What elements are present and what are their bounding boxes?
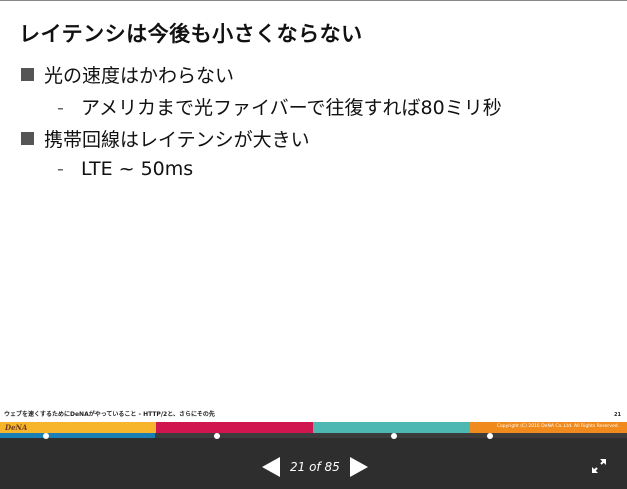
dena-logo: DeNA bbox=[5, 423, 28, 432]
progress-fill bbox=[0, 433, 155, 438]
page-indicator: 21 of 85 bbox=[290, 460, 340, 474]
bullet-text: 光の速度はかわらない bbox=[44, 65, 235, 87]
right-triangle-icon[interactable] bbox=[349, 457, 368, 477]
sub-bullet-text: アメリカまで光ファイバーで往復すれば80ミリ秒 bbox=[81, 97, 502, 119]
color-segment bbox=[156, 422, 313, 433]
sub-bullet-text: LTE ~ 50ms bbox=[81, 158, 194, 180]
color-segment bbox=[313, 422, 470, 433]
section-marker[interactable] bbox=[43, 433, 49, 439]
bullet-square-icon bbox=[21, 68, 34, 81]
sub-bullet-dash: - bbox=[57, 97, 64, 119]
footer-talk-title: ウェブを速くするためにDeNAがやっていること - HTTP/2と、さらにその先 bbox=[4, 411, 215, 418]
copyright-text: Copyright (C) 2016 DeNA Co.,Ltd. All Rig… bbox=[496, 424, 619, 429]
expand-icon[interactable] bbox=[591, 458, 607, 474]
section-marker[interactable] bbox=[391, 433, 397, 439]
sub-bullet-dash: - bbox=[57, 158, 64, 180]
left-triangle-icon[interactable] bbox=[262, 457, 280, 477]
viewer-controls: 21 of 85 bbox=[0, 433, 627, 489]
slide-page-number: 21 bbox=[614, 412, 621, 418]
sub-bullet-item: - LTE ~ 50ms bbox=[57, 158, 193, 180]
section-marker[interactable] bbox=[487, 433, 493, 439]
bullet-text: 携帯回線はレイテンシが大きい bbox=[44, 129, 310, 151]
progress-bar[interactable] bbox=[0, 433, 627, 438]
sub-bullet-item: - アメリカまで光ファイバーで往復すれば80ミリ秒 bbox=[57, 93, 502, 120]
bullet-item: 携帯回線はレイテンシが大きい bbox=[21, 125, 310, 152]
slide: レイテンシは今後も小さくならない 光の速度はかわらない - アメリカまで光ファイバ… bbox=[0, 0, 627, 433]
bullet-square-icon bbox=[21, 132, 34, 145]
top-divider bbox=[0, 0, 627, 1]
slide-title: レイテンシは今後も小さくならない bbox=[19, 22, 363, 46]
bullet-item: 光の速度はかわらない bbox=[21, 61, 234, 88]
page-navigation: 21 of 85 bbox=[262, 457, 368, 477]
section-marker[interactable] bbox=[214, 433, 220, 439]
